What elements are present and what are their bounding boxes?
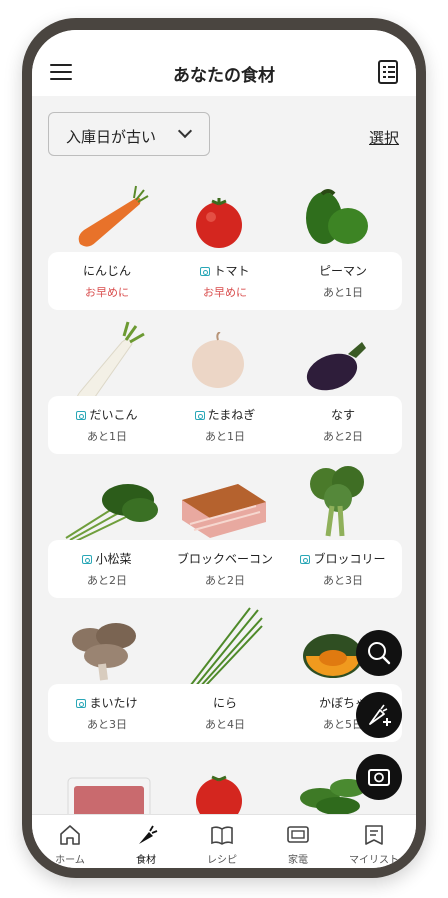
ingredient-name: ピーマン xyxy=(284,262,402,279)
ingredient-name-text: だいこん xyxy=(89,408,138,422)
ingredient-name-text: にんじん xyxy=(82,264,131,278)
camera-registered-icon xyxy=(76,411,87,420)
ingredient-name: まいたけ xyxy=(48,694,166,711)
ingredient-name: トマト xyxy=(166,262,284,279)
expiry-status: お早めに xyxy=(85,286,129,299)
carrot-image xyxy=(78,185,149,247)
expiry-status: あと4日 xyxy=(205,718,245,731)
expiry-status: お早めに xyxy=(203,286,247,299)
ingredient-item[interactable]: にらあと4日 xyxy=(166,684,284,742)
nav-mylist-label: マイリスト xyxy=(349,855,399,866)
nav-home[interactable]: ホーム xyxy=(32,815,108,868)
komatsuna-image xyxy=(65,484,158,543)
tomato-image-2 xyxy=(196,775,242,814)
checklist-icon[interactable] xyxy=(378,60,398,84)
ingredient-name-text: なす xyxy=(330,408,355,422)
tomato-image xyxy=(196,198,242,248)
nav-ingredients[interactable]: 食材 xyxy=(108,815,184,868)
camera-button[interactable] xyxy=(356,754,402,800)
camera-registered-icon xyxy=(194,411,205,420)
ingredient-name-text: 小松菜 xyxy=(95,552,132,566)
ingredient-name-text: にら xyxy=(212,696,237,710)
nav-recipes[interactable]: レシピ xyxy=(184,815,260,868)
ingredient-name: たまねぎ xyxy=(166,406,284,423)
search-icon xyxy=(368,642,391,665)
add-carrot-icon xyxy=(369,704,391,726)
expiry-status: あと3日 xyxy=(323,574,363,587)
ground-meat-image xyxy=(67,777,151,816)
ingredient-item[interactable]: にんじん お早めに xyxy=(48,252,166,310)
ingredient-name-text: トマト xyxy=(213,264,250,278)
nav-appliances-label: 家電 xyxy=(288,855,308,866)
broccoli-image xyxy=(310,466,364,537)
camera-registered-icon xyxy=(200,267,211,276)
bacon-image xyxy=(182,484,266,538)
camera-registered-icon xyxy=(300,555,311,564)
appliance-icon xyxy=(287,826,309,843)
expiry-status: あと1日 xyxy=(323,286,363,299)
ingredient-name: だいこん xyxy=(48,406,166,423)
camera-icon xyxy=(368,769,390,786)
bottom-nav: ホーム 食材 レシピ 家電 マイリスト xyxy=(32,814,416,868)
ingredient-name: なす xyxy=(284,406,402,423)
select-link[interactable]: 選択 xyxy=(369,127,399,148)
expiry-status: あと2日 xyxy=(205,574,245,587)
add-ingredient-button[interactable] xyxy=(356,692,402,738)
carrot-icon xyxy=(139,825,158,844)
sort-label: 入庫日が古い xyxy=(66,128,157,146)
home-icon xyxy=(60,825,80,845)
ingredient-item[interactable]: だいこんあと1日 xyxy=(48,396,166,454)
ingredient-name-text: たまねぎ xyxy=(207,408,256,422)
expiry-status: あと2日 xyxy=(323,430,363,443)
maitake-image xyxy=(72,623,136,681)
ingredient-item[interactable]: ブロックベーコン あと2日 xyxy=(166,540,284,598)
ingredient-item[interactable]: 小松菜あと2日 xyxy=(48,540,166,598)
expiry-status: あと3日 xyxy=(87,718,127,731)
eggplant-image xyxy=(306,342,366,391)
search-button[interactable] xyxy=(356,630,402,676)
ingredient-name: にんじん xyxy=(48,262,166,279)
ingredient-name: ブロックベーコン xyxy=(166,550,284,567)
expiry-status: あと1日 xyxy=(87,430,127,443)
ingredient-item[interactable]: トマトお早めに xyxy=(166,252,284,310)
chevron-down-icon xyxy=(177,123,193,139)
ingredient-name: ブロッコリー xyxy=(284,550,402,567)
mylist-icon xyxy=(365,825,383,845)
ingredient-item[interactable]: まいたけあと3日 xyxy=(48,684,166,742)
ingredient-name-text: ブロックベーコン xyxy=(176,552,273,566)
ingredient-name-text: ブロッコリー xyxy=(313,552,386,566)
ingredient-item[interactable]: ブロッコリーあと3日 xyxy=(284,540,402,598)
nav-ingredients-label: 食材 xyxy=(136,855,156,866)
ingredient-item[interactable]: たまねぎあと1日 xyxy=(166,396,284,454)
nav-home-label: ホーム xyxy=(55,855,85,866)
app-screen: あなたの食材 入庫日が古い 選択 にんじん お早めに トマト お早めに ピーマン… xyxy=(32,30,416,868)
book-icon xyxy=(211,826,233,845)
ingredient-item[interactable]: ピーマンあと1日 xyxy=(284,252,402,310)
ingredient-name-text: まいたけ xyxy=(89,696,138,710)
onion-image xyxy=(192,332,244,388)
sort-dropdown[interactable]: 入庫日が古い xyxy=(48,112,210,156)
expiry-status: あと2日 xyxy=(87,574,127,587)
camera-registered-icon xyxy=(82,555,93,564)
ingredient-name: にら xyxy=(166,694,284,711)
ingredient-item[interactable]: なすあと2日 xyxy=(284,396,402,454)
page-title: あなたの食材 xyxy=(173,66,275,86)
ingredient-name: 小松菜 xyxy=(48,550,166,567)
nav-mylist[interactable]: マイリスト xyxy=(336,815,412,868)
camera-registered-icon xyxy=(76,699,87,708)
ingredient-name-text: ピーマン xyxy=(318,264,367,278)
nav-appliances[interactable]: 家電 xyxy=(260,815,336,868)
app-header: あなたの食材 xyxy=(32,30,416,96)
expiry-status: あと1日 xyxy=(205,430,245,443)
green-pepper-image xyxy=(306,189,368,244)
nav-recipes-label: レシピ xyxy=(207,855,237,866)
